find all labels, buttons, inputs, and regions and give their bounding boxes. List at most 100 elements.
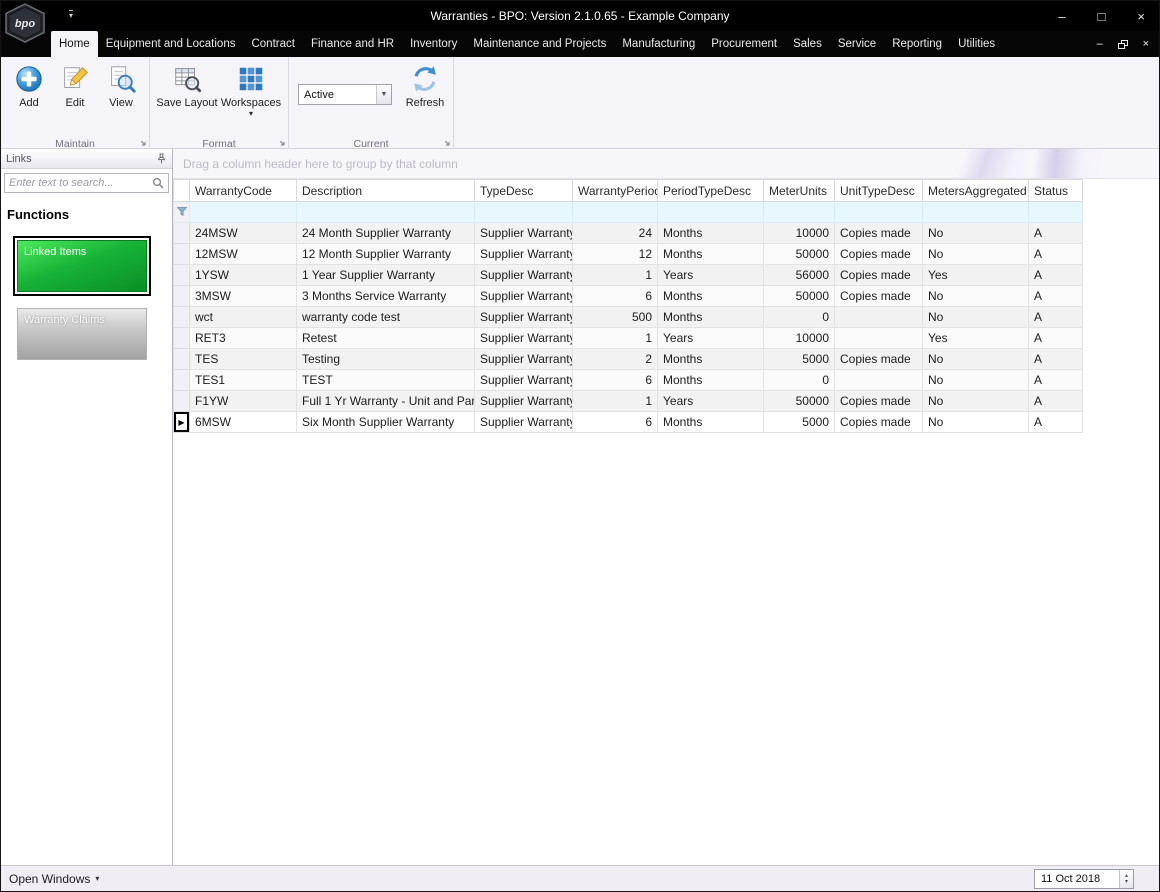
cell-status[interactable]: A bbox=[1029, 370, 1083, 391]
group-by-panel[interactable]: Drag a column header here to group by th… bbox=[173, 149, 1159, 179]
cell-status[interactable]: A bbox=[1029, 349, 1083, 370]
cell-warrantyperiod[interactable]: 1 bbox=[573, 391, 658, 412]
tab-equipment-and-locations[interactable]: Equipment and Locations bbox=[98, 31, 244, 57]
cell-warrantycode[interactable]: TES bbox=[190, 349, 297, 370]
column-header-typedesc[interactable]: TypeDesc bbox=[475, 180, 573, 202]
cell-periodtypedesc[interactable]: Months bbox=[658, 286, 764, 307]
cell-metersaggregated[interactable]: No bbox=[923, 391, 1029, 412]
edit-button[interactable]: Edit bbox=[52, 60, 98, 109]
grid-row-tes1[interactable]: TES1TESTSupplier Warranty6Months0NoA bbox=[174, 370, 1083, 391]
cell-typedesc[interactable]: Supplier Warranty bbox=[475, 223, 573, 244]
filter-cell-description[interactable] bbox=[297, 202, 475, 223]
date-editor[interactable]: 11 Oct 2018 ▴▾ bbox=[1034, 869, 1134, 889]
cell-meterunits[interactable]: 56000 bbox=[764, 265, 835, 286]
save-layout-button[interactable]: Save Layout bbox=[155, 60, 219, 109]
cell-warrantycode[interactable]: TES1 bbox=[190, 370, 297, 391]
cell-unittypedesc[interactable]: Copies made bbox=[835, 265, 923, 286]
tab-contract[interactable]: Contract bbox=[243, 31, 302, 57]
tab-manufacturing[interactable]: Manufacturing bbox=[614, 31, 703, 57]
column-header-unittypedesc[interactable]: UnitTypeDesc bbox=[835, 180, 923, 202]
cell-status[interactable]: A bbox=[1029, 244, 1083, 265]
cell-status[interactable]: A bbox=[1029, 286, 1083, 307]
tile-warranty-claims[interactable]: Warranty Claims bbox=[17, 308, 147, 360]
cell-periodtypedesc[interactable]: Years bbox=[658, 328, 764, 349]
column-header-description[interactable]: Description bbox=[297, 180, 475, 202]
cell-warrantycode[interactable]: F1YW bbox=[190, 391, 297, 412]
filter-cell-metersaggregated[interactable] bbox=[923, 202, 1029, 223]
tab-finance-and-hr[interactable]: Finance and HR bbox=[303, 31, 402, 57]
cell-unittypedesc[interactable] bbox=[835, 328, 923, 349]
filter-cell-warrantycode[interactable] bbox=[190, 202, 297, 223]
grid-row-wct[interactable]: wctwarranty code testSupplier Warranty50… bbox=[174, 307, 1083, 328]
cell-description[interactable]: 12 Month Supplier Warranty bbox=[297, 244, 475, 265]
cell-warrantyperiod[interactable]: 1 bbox=[573, 328, 658, 349]
cell-status[interactable]: A bbox=[1029, 265, 1083, 286]
filter-cell-periodtypedesc[interactable] bbox=[658, 202, 764, 223]
column-header-meterunits[interactable]: MeterUnits bbox=[764, 180, 835, 202]
dialog-launcher-icon[interactable] bbox=[276, 137, 285, 146]
ribbon-close-button[interactable]: × bbox=[1143, 31, 1149, 57]
cell-unittypedesc[interactable]: Copies made bbox=[835, 349, 923, 370]
cell-description[interactable]: 3 Months Service Warranty bbox=[297, 286, 475, 307]
row-indicator[interactable] bbox=[174, 265, 190, 286]
ribbon-minimize-button[interactable]: – bbox=[1096, 31, 1102, 57]
refresh-button[interactable]: Refresh bbox=[402, 60, 448, 109]
workspaces-button[interactable]: Workspaces ▾ bbox=[219, 60, 283, 118]
grid-row-ret3[interactable]: RET3RetestSupplier Warranty1Years10000Ye… bbox=[174, 328, 1083, 349]
cell-unittypedesc[interactable]: Copies made bbox=[835, 244, 923, 265]
minimize-button[interactable]: – bbox=[1058, 9, 1065, 24]
cell-warrantycode[interactable]: 3MSW bbox=[190, 286, 297, 307]
close-button[interactable]: × bbox=[1137, 9, 1145, 24]
cell-metersaggregated[interactable]: No bbox=[923, 223, 1029, 244]
cell-typedesc[interactable]: Supplier Warranty bbox=[475, 307, 573, 328]
cell-meterunits[interactable]: 0 bbox=[764, 307, 835, 328]
cell-status[interactable]: A bbox=[1029, 307, 1083, 328]
cell-unittypedesc[interactable]: Copies made bbox=[835, 412, 923, 433]
cell-warrantyperiod[interactable]: 24 bbox=[573, 223, 658, 244]
pin-icon[interactable] bbox=[156, 153, 167, 164]
cell-periodtypedesc[interactable]: Months bbox=[658, 244, 764, 265]
tab-utilities[interactable]: Utilities bbox=[950, 31, 1003, 57]
row-indicator[interactable] bbox=[174, 223, 190, 244]
view-button[interactable]: View bbox=[98, 60, 144, 109]
cell-periodtypedesc[interactable]: Months bbox=[658, 223, 764, 244]
cell-unittypedesc[interactable]: Copies made bbox=[835, 223, 923, 244]
tab-sales[interactable]: Sales bbox=[785, 31, 830, 57]
cell-typedesc[interactable]: Supplier Warranty bbox=[475, 265, 573, 286]
cell-typedesc[interactable]: Supplier Warranty bbox=[475, 328, 573, 349]
cell-warrantycode[interactable]: wct bbox=[190, 307, 297, 328]
cell-meterunits[interactable]: 5000 bbox=[764, 412, 835, 433]
cell-metersaggregated[interactable]: No bbox=[923, 370, 1029, 391]
cell-description[interactable]: Full 1 Yr Warranty - Unit and Parts bbox=[297, 391, 475, 412]
cell-description[interactable]: warranty code test bbox=[297, 307, 475, 328]
cell-meterunits[interactable]: 50000 bbox=[764, 286, 835, 307]
filter-cell-status[interactable] bbox=[1029, 202, 1083, 223]
maximize-button[interactable]: □ bbox=[1098, 9, 1106, 24]
cell-periodtypedesc[interactable]: Months bbox=[658, 349, 764, 370]
cell-description[interactable]: Testing bbox=[297, 349, 475, 370]
cell-unittypedesc[interactable] bbox=[835, 370, 923, 391]
grid-row-tes[interactable]: TESTestingSupplier Warranty2Months5000Co… bbox=[174, 349, 1083, 370]
column-header-periodtypedesc[interactable]: PeriodTypeDesc bbox=[658, 180, 764, 202]
active-filter-combobox[interactable]: Active ▼ bbox=[298, 84, 392, 105]
cell-metersaggregated[interactable]: Yes bbox=[923, 265, 1029, 286]
open-windows-button[interactable]: Open Windows ▾ bbox=[9, 872, 99, 886]
cell-warrantyperiod[interactable]: 500 bbox=[573, 307, 658, 328]
cell-unittypedesc[interactable]: Copies made bbox=[835, 286, 923, 307]
row-indicator[interactable] bbox=[174, 349, 190, 370]
cell-typedesc[interactable]: Supplier Warranty bbox=[475, 244, 573, 265]
filter-cell-unittypedesc[interactable] bbox=[835, 202, 923, 223]
cell-metersaggregated[interactable]: No bbox=[923, 244, 1029, 265]
cell-unittypedesc[interactable]: Copies made bbox=[835, 391, 923, 412]
cell-warrantycode[interactable]: 24MSW bbox=[190, 223, 297, 244]
cell-typedesc[interactable]: Supplier Warranty bbox=[475, 370, 573, 391]
restore-down-icon[interactable] bbox=[1118, 40, 1128, 49]
cell-typedesc[interactable]: Supplier Warranty bbox=[475, 349, 573, 370]
cell-typedesc[interactable]: Supplier Warranty bbox=[475, 286, 573, 307]
cell-warrantycode[interactable]: 1YSW bbox=[190, 265, 297, 286]
cell-unittypedesc[interactable] bbox=[835, 307, 923, 328]
cell-periodtypedesc[interactable]: Months bbox=[658, 412, 764, 433]
cell-metersaggregated[interactable]: No bbox=[923, 349, 1029, 370]
filter-cell-typedesc[interactable] bbox=[475, 202, 573, 223]
cell-metersaggregated[interactable]: Yes bbox=[923, 328, 1029, 349]
